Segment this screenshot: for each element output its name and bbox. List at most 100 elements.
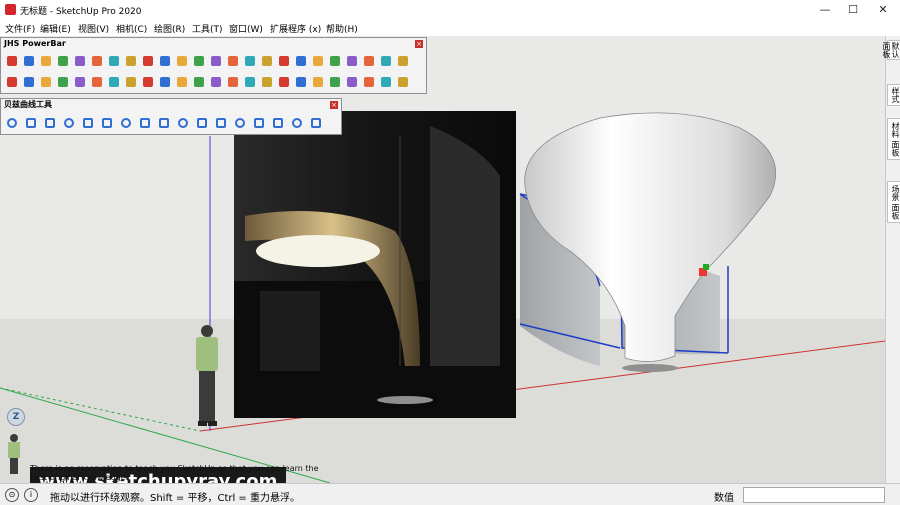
- dome-shadow: [622, 364, 678, 372]
- status-bar: ⊙ i 拖动以进行环绕观察。Shift = 平移，Ctrl = 重力悬浮。 数值: [0, 483, 900, 505]
- jhs-tool-icon[interactable]: [293, 74, 309, 90]
- bezier-curve-tool-icon[interactable]: [61, 115, 77, 131]
- jhs-tool-icon[interactable]: [225, 53, 241, 69]
- bezier-curve-tool-icon[interactable]: [4, 115, 20, 131]
- jhs-tool-icon[interactable]: [55, 53, 71, 69]
- menu-file[interactable]: 文件(F): [5, 22, 35, 35]
- bezier-curve-tool-icon[interactable]: [213, 115, 229, 131]
- jhs-tool-icon[interactable]: [157, 53, 173, 69]
- jhs-tool-icon[interactable]: [106, 74, 122, 90]
- bezier-toolbar-title: 贝兹曲线工具: [1, 99, 341, 111]
- jhs-tool-icon[interactable]: [174, 74, 190, 90]
- jhs-tool-icon[interactable]: [378, 53, 394, 69]
- bezier-curve-tool-icon[interactable]: [289, 115, 305, 131]
- minimize-button[interactable]: —: [810, 0, 840, 20]
- bezier-curve-tool-icon[interactable]: [175, 115, 191, 131]
- window-title: 无标题 - SketchUp Pro 2020: [20, 7, 142, 17]
- gizmo-green-icon: [703, 264, 709, 270]
- jhs-tool-icon[interactable]: [327, 53, 343, 69]
- maximize-button[interactable]: ☐: [838, 0, 868, 20]
- jhs-tool-icon[interactable]: [72, 53, 88, 69]
- tray-tab-styles[interactable]: 样式: [887, 84, 900, 106]
- title-bar: 无标题 - SketchUp Pro 2020 — ☐ ✕: [0, 0, 900, 20]
- jhs-close-icon[interactable]: ×: [415, 40, 423, 48]
- jhs-tool-icon[interactable]: [55, 74, 71, 90]
- jhs-tool-icon[interactable]: [242, 74, 258, 90]
- jhs-tool-icon[interactable]: [395, 74, 411, 90]
- jhs-tool-icon[interactable]: [140, 74, 156, 90]
- bezier-curve-tool-icon[interactable]: [308, 115, 324, 131]
- bezier-curve-tool-icon[interactable]: [137, 115, 153, 131]
- bezier-curve-tool-icon[interactable]: [194, 115, 210, 131]
- menu-extensions[interactable]: 扩展程序 (x): [270, 22, 321, 35]
- menu-help[interactable]: 帮助(H): [326, 22, 358, 35]
- render-doorway: [260, 291, 320, 371]
- bezier-curve-tool-icon[interactable]: [99, 115, 115, 131]
- jhs-tool-icon[interactable]: [123, 74, 139, 90]
- jhs-tool-icon[interactable]: [21, 74, 37, 90]
- info-icon[interactable]: i: [24, 488, 38, 502]
- jhs-tool-icon[interactable]: [276, 74, 292, 90]
- menu-window[interactable]: 窗口(W): [229, 22, 263, 35]
- jhs-tool-icon[interactable]: [395, 53, 411, 69]
- menu-view[interactable]: 视图(V): [78, 22, 109, 35]
- jhs-tool-icon[interactable]: [293, 53, 309, 69]
- bezier-curve-tool-icon[interactable]: [232, 115, 248, 131]
- jhs-tool-icon[interactable]: [378, 74, 394, 90]
- bezier-curve-tool-icon[interactable]: [42, 115, 58, 131]
- jhs-tool-icon[interactable]: [38, 74, 54, 90]
- tray-tab-default[interactable]: 默认面板: [882, 40, 900, 60]
- menu-camera[interactable]: 相机(C): [116, 22, 147, 35]
- jhs-tool-icon[interactable]: [344, 53, 360, 69]
- jhs-tool-icon[interactable]: [361, 53, 377, 69]
- menu-bar: 文件(F) 编辑(E) 视图(V) 相机(C) 绘图(R) 工具(T) 窗口(W…: [0, 20, 900, 36]
- measurements-input[interactable]: [743, 487, 885, 503]
- tray-tab-materials[interactable]: 材料 面板: [887, 118, 900, 160]
- bezier-curve-tool-icon[interactable]: [118, 115, 134, 131]
- jhs-tool-icon[interactable]: [276, 53, 292, 69]
- jhs-tool-icon[interactable]: [191, 53, 207, 69]
- render-skylight: [256, 235, 380, 267]
- jhs-tool-icon[interactable]: [89, 53, 105, 69]
- jhs-tool-icon[interactable]: [21, 53, 37, 69]
- bezier-close-icon[interactable]: ×: [330, 101, 338, 109]
- jhs-tool-icon[interactable]: [123, 53, 139, 69]
- measurements-label: 数值: [714, 493, 734, 504]
- jhs-tool-icon[interactable]: [4, 53, 20, 69]
- jhs-tool-icon[interactable]: [361, 74, 377, 90]
- jhs-tool-icon[interactable]: [140, 53, 156, 69]
- jhs-tool-icon[interactable]: [242, 53, 258, 69]
- close-button[interactable]: ✕: [868, 0, 898, 20]
- jhs-tool-icon[interactable]: [259, 53, 275, 69]
- jhs-tool-icon[interactable]: [4, 74, 20, 90]
- jhs-tool-icon[interactable]: [310, 53, 326, 69]
- jhs-tool-icon[interactable]: [89, 74, 105, 90]
- jhs-tool-icon[interactable]: [157, 74, 173, 90]
- jhs-tool-icon[interactable]: [259, 74, 275, 90]
- sketchup-app-icon: [5, 4, 16, 15]
- tray-tab-scenes[interactable]: 场景 面板: [887, 181, 900, 223]
- bezier-curve-tool-icon[interactable]: [156, 115, 172, 131]
- jhs-tool-icon[interactable]: [174, 53, 190, 69]
- default-tray-panel: 默认面板 样式 材料 面板 场景 面板: [882, 36, 900, 483]
- geolocation-icon[interactable]: ⊙: [5, 488, 19, 502]
- watermark-caption: There is no reservation to teach you Ske…: [30, 464, 319, 482]
- bezier-curve-tool-icon[interactable]: [23, 115, 39, 131]
- jhs-tool-icon[interactable]: [191, 74, 207, 90]
- jhs-tool-icon[interactable]: [344, 74, 360, 90]
- jhs-tool-icon[interactable]: [327, 74, 343, 90]
- menu-edit[interactable]: 编辑(E): [40, 22, 71, 35]
- menu-tools[interactable]: 工具(T): [192, 22, 223, 35]
- menu-draw[interactable]: 绘图(R): [154, 22, 185, 35]
- jhs-tool-icon[interactable]: [225, 74, 241, 90]
- jhs-tool-icon[interactable]: [106, 53, 122, 69]
- jhs-tool-icon[interactable]: [38, 53, 54, 69]
- jhs-tool-icon[interactable]: [310, 74, 326, 90]
- jhs-tool-icon[interactable]: [208, 74, 224, 90]
- bezier-curve-tool-icon[interactable]: [270, 115, 286, 131]
- jhs-tool-icon[interactable]: [208, 53, 224, 69]
- model-viewport[interactable]: JHS PowerBar × 贝兹曲线工具 × Z www.sketchupvr…: [0, 36, 885, 483]
- bezier-curve-tool-icon[interactable]: [80, 115, 96, 131]
- bezier-curve-tool-icon[interactable]: [251, 115, 267, 131]
- jhs-tool-icon[interactable]: [72, 74, 88, 90]
